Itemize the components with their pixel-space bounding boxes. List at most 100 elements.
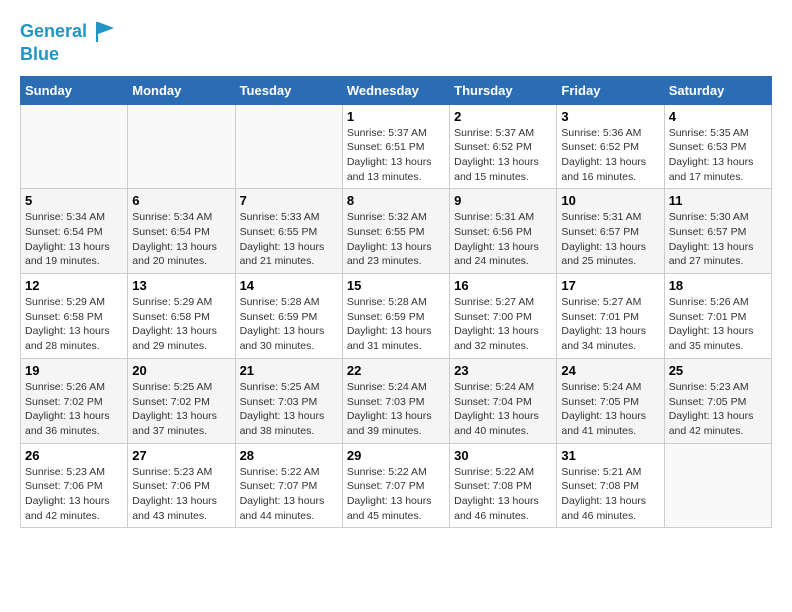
calendar-cell: 22 Sunrise: 5:24 AM Sunset: 7:03 PM Dayli… (342, 358, 449, 443)
day-number: 22 (347, 363, 445, 378)
logo-general: General (20, 21, 87, 41)
day-number: 18 (669, 278, 767, 293)
calendar-cell: 8 Sunrise: 5:32 AM Sunset: 6:55 PM Daylig… (342, 189, 449, 274)
page-header: General Blue (20, 20, 772, 66)
calendar-cell: 30Sunrise: 5:22 AM Sunset: 7:08 PM Dayli… (450, 443, 557, 528)
day-number: 17 (561, 278, 659, 293)
day-number: 11 (669, 193, 767, 208)
day-info: Sunrise: 5:31 AM Sunset: 6:57 PM Dayligh… (561, 210, 659, 269)
calendar-cell: 1 Sunrise: 5:37 AM Sunset: 6:51 PM Daylig… (342, 104, 449, 189)
day-info: Sunrise: 5:28 AM Sunset: 6:59 PM Dayligh… (240, 295, 338, 354)
day-info: Sunrise: 5:34 AM Sunset: 6:54 PM Dayligh… (25, 210, 123, 269)
header-row: SundayMondayTuesdayWednesdayThursdayFrid… (21, 76, 772, 104)
calendar-cell: 6 Sunrise: 5:34 AM Sunset: 6:54 PM Daylig… (128, 189, 235, 274)
day-info: Sunrise: 5:34 AM Sunset: 6:54 PM Dayligh… (132, 210, 230, 269)
day-info: Sunrise: 5:22 AM Sunset: 7:08 PM Dayligh… (454, 465, 552, 524)
calendar-cell: 2 Sunrise: 5:37 AM Sunset: 6:52 PM Daylig… (450, 104, 557, 189)
day-number: 27 (132, 448, 230, 463)
week-row-3: 12 Sunrise: 5:29 AM Sunset: 6:58 PM Dayli… (21, 274, 772, 359)
day-number: 6 (132, 193, 230, 208)
calendar-cell: 17 Sunrise: 5:27 AM Sunset: 7:01 PM Dayli… (557, 274, 664, 359)
day-number: 9 (454, 193, 552, 208)
day-number: 1 (347, 109, 445, 124)
calendar-cell: 23 Sunrise: 5:24 AM Sunset: 7:04 PM Dayli… (450, 358, 557, 443)
day-info: Sunrise: 5:27 AM Sunset: 7:00 PM Dayligh… (454, 295, 552, 354)
col-header-saturday: Saturday (664, 76, 771, 104)
day-info: Sunrise: 5:33 AM Sunset: 6:55 PM Dayligh… (240, 210, 338, 269)
calendar-cell: 16Sunrise: 5:27 AM Sunset: 7:00 PM Dayli… (450, 274, 557, 359)
logo: General Blue (20, 20, 118, 66)
day-number: 29 (347, 448, 445, 463)
calendar-cell: 5 Sunrise: 5:34 AM Sunset: 6:54 PM Daylig… (21, 189, 128, 274)
day-number: 7 (240, 193, 338, 208)
day-number: 23 (454, 363, 552, 378)
calendar-cell: 13 Sunrise: 5:29 AM Sunset: 6:58 PM Dayli… (128, 274, 235, 359)
day-number: 14 (240, 278, 338, 293)
calendar-cell: 9Sunrise: 5:31 AM Sunset: 6:56 PM Daylig… (450, 189, 557, 274)
col-header-wednesday: Wednesday (342, 76, 449, 104)
col-header-tuesday: Tuesday (235, 76, 342, 104)
day-info: Sunrise: 5:26 AM Sunset: 7:01 PM Dayligh… (669, 295, 767, 354)
day-info: Sunrise: 5:23 AM Sunset: 7:05 PM Dayligh… (669, 380, 767, 439)
calendar-cell: 18 Sunrise: 5:26 AM Sunset: 7:01 PM Dayli… (664, 274, 771, 359)
calendar-cell (128, 104, 235, 189)
week-row-4: 19 Sunrise: 5:26 AM Sunset: 7:02 PM Dayli… (21, 358, 772, 443)
day-number: 2 (454, 109, 552, 124)
logo-flag-icon (94, 20, 118, 44)
day-info: Sunrise: 5:29 AM Sunset: 6:58 PM Dayligh… (25, 295, 123, 354)
week-row-5: 26 Sunrise: 5:23 AM Sunset: 7:06 PM Dayli… (21, 443, 772, 528)
calendar-cell: 10 Sunrise: 5:31 AM Sunset: 6:57 PM Dayli… (557, 189, 664, 274)
day-info: Sunrise: 5:25 AM Sunset: 7:03 PM Dayligh… (240, 380, 338, 439)
day-info: Sunrise: 5:23 AM Sunset: 7:06 PM Dayligh… (25, 465, 123, 524)
col-header-friday: Friday (557, 76, 664, 104)
day-info: Sunrise: 5:28 AM Sunset: 6:59 PM Dayligh… (347, 295, 445, 354)
day-number: 15 (347, 278, 445, 293)
calendar-cell: 28 Sunrise: 5:22 AM Sunset: 7:07 PM Dayli… (235, 443, 342, 528)
day-info: Sunrise: 5:29 AM Sunset: 6:58 PM Dayligh… (132, 295, 230, 354)
day-info: Sunrise: 5:32 AM Sunset: 6:55 PM Dayligh… (347, 210, 445, 269)
calendar-table: SundayMondayTuesdayWednesdayThursdayFrid… (20, 76, 772, 529)
day-info: Sunrise: 5:24 AM Sunset: 7:03 PM Dayligh… (347, 380, 445, 439)
calendar-cell: 29 Sunrise: 5:22 AM Sunset: 7:07 PM Dayli… (342, 443, 449, 528)
day-number: 8 (347, 193, 445, 208)
day-number: 31 (561, 448, 659, 463)
day-info: Sunrise: 5:36 AM Sunset: 6:52 PM Dayligh… (561, 126, 659, 185)
day-info: Sunrise: 5:35 AM Sunset: 6:53 PM Dayligh… (669, 126, 767, 185)
day-number: 21 (240, 363, 338, 378)
day-info: Sunrise: 5:22 AM Sunset: 7:07 PM Dayligh… (240, 465, 338, 524)
day-number: 4 (669, 109, 767, 124)
day-number: 3 (561, 109, 659, 124)
day-info: Sunrise: 5:23 AM Sunset: 7:06 PM Dayligh… (132, 465, 230, 524)
calendar-cell: 12 Sunrise: 5:29 AM Sunset: 6:58 PM Dayli… (21, 274, 128, 359)
calendar-cell: 26 Sunrise: 5:23 AM Sunset: 7:06 PM Dayli… (21, 443, 128, 528)
calendar-cell (664, 443, 771, 528)
calendar-cell: 24Sunrise: 5:24 AM Sunset: 7:05 PM Dayli… (557, 358, 664, 443)
col-header-sunday: Sunday (21, 76, 128, 104)
day-number: 5 (25, 193, 123, 208)
day-number: 24 (561, 363, 659, 378)
day-info: Sunrise: 5:27 AM Sunset: 7:01 PM Dayligh… (561, 295, 659, 354)
col-header-thursday: Thursday (450, 76, 557, 104)
day-info: Sunrise: 5:37 AM Sunset: 6:52 PM Dayligh… (454, 126, 552, 185)
day-number: 12 (25, 278, 123, 293)
day-info: Sunrise: 5:37 AM Sunset: 6:51 PM Dayligh… (347, 126, 445, 185)
week-row-2: 5 Sunrise: 5:34 AM Sunset: 6:54 PM Daylig… (21, 189, 772, 274)
logo-text: General (20, 20, 118, 44)
day-info: Sunrise: 5:24 AM Sunset: 7:04 PM Dayligh… (454, 380, 552, 439)
day-info: Sunrise: 5:25 AM Sunset: 7:02 PM Dayligh… (132, 380, 230, 439)
day-number: 28 (240, 448, 338, 463)
day-info: Sunrise: 5:22 AM Sunset: 7:07 PM Dayligh… (347, 465, 445, 524)
calendar-cell: 4 Sunrise: 5:35 AM Sunset: 6:53 PM Daylig… (664, 104, 771, 189)
day-number: 25 (669, 363, 767, 378)
day-number: 13 (132, 278, 230, 293)
calendar-cell: 21 Sunrise: 5:25 AM Sunset: 7:03 PM Dayli… (235, 358, 342, 443)
day-info: Sunrise: 5:26 AM Sunset: 7:02 PM Dayligh… (25, 380, 123, 439)
calendar-cell: 25 Sunrise: 5:23 AM Sunset: 7:05 PM Dayli… (664, 358, 771, 443)
day-number: 19 (25, 363, 123, 378)
day-number: 26 (25, 448, 123, 463)
calendar-cell: 27 Sunrise: 5:23 AM Sunset: 7:06 PM Dayli… (128, 443, 235, 528)
calendar-cell: 7 Sunrise: 5:33 AM Sunset: 6:55 PM Daylig… (235, 189, 342, 274)
day-number: 10 (561, 193, 659, 208)
calendar-cell (235, 104, 342, 189)
calendar-cell: 15 Sunrise: 5:28 AM Sunset: 6:59 PM Dayli… (342, 274, 449, 359)
